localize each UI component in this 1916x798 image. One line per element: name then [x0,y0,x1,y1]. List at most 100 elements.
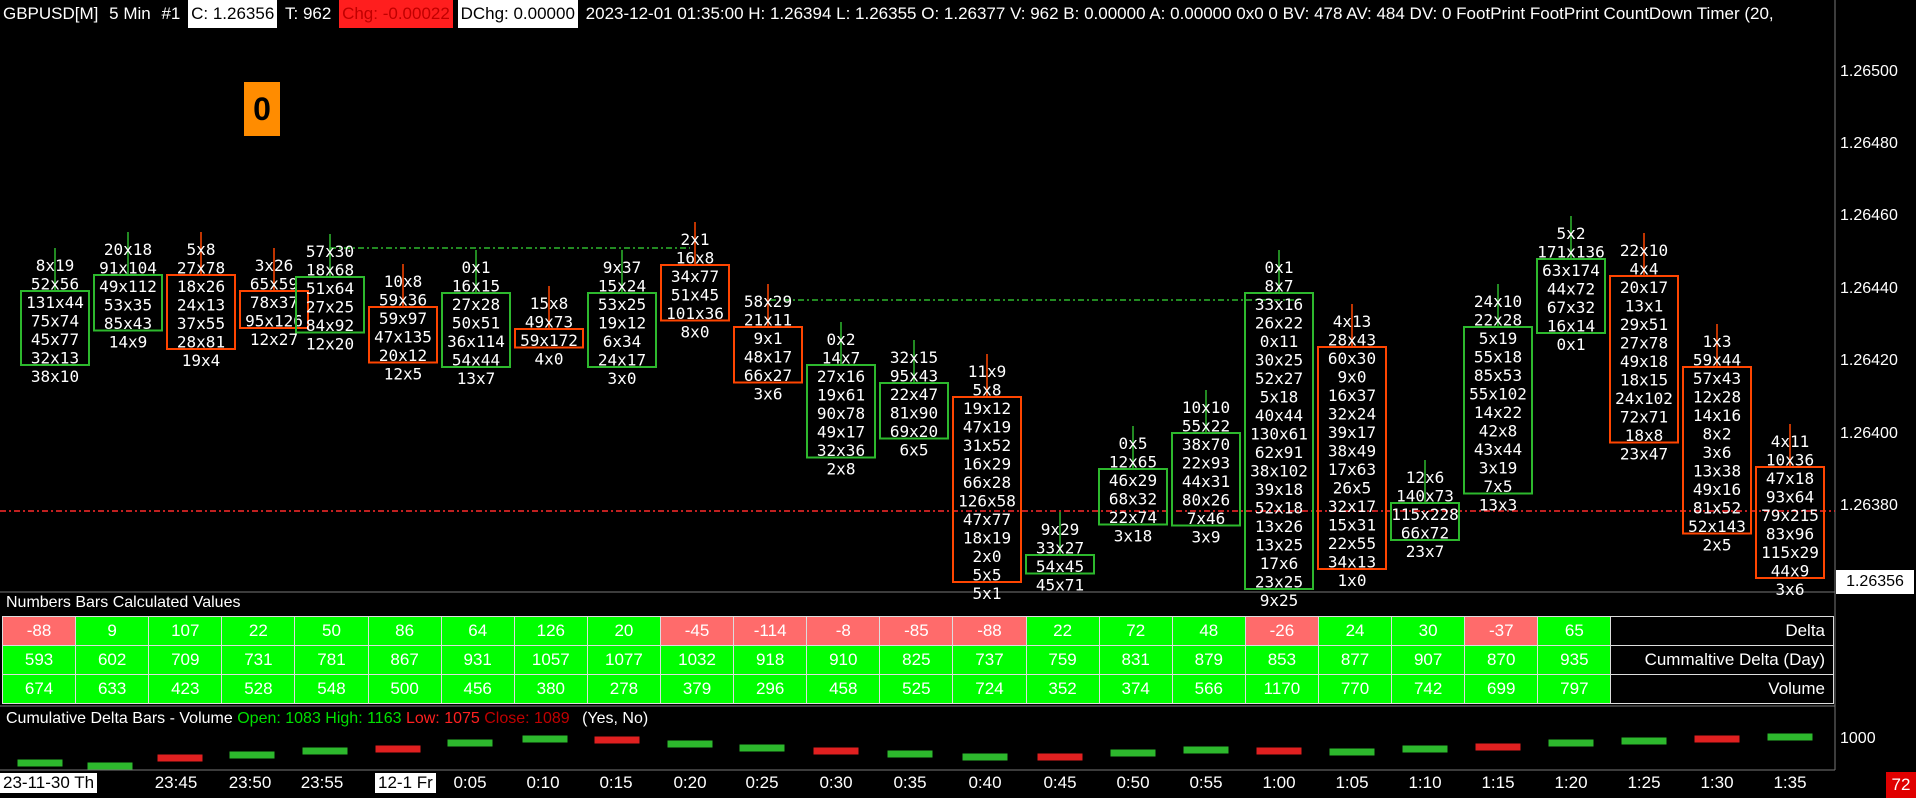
footprint-cell: 38x49 [1328,442,1376,461]
footprint-cell: 24x10 [1474,292,1522,311]
footprint-cell: 4x0 [535,350,564,369]
cdb-open: Open: 1083 [237,710,321,727]
footprint-cell: 101x36 [666,304,724,323]
footprint-cell: 22x28 [1474,311,1522,330]
cdb-candle [1256,747,1302,755]
footprint-cell: 140x73 [1396,487,1454,506]
table-cell: 528 [221,674,296,704]
footprint-cell: 20x12 [379,346,427,365]
cdb-low: Low: 1075 [405,710,480,727]
table-cell: 379 [659,674,735,704]
footprint-cell: 47x77 [963,510,1011,529]
footprint-cell: 55x22 [1182,417,1230,436]
footprint-cell: 2x5 [1703,536,1732,555]
table-cell: 918 [733,645,808,675]
cdb-candle [1329,748,1375,756]
table-cell: 548 [294,674,369,704]
footprint-cell: 0x1 [1265,258,1294,277]
cdb-close: Close: 1089 [484,710,570,727]
footprint-cell: 15x8 [530,294,569,313]
time-tick-label: 0:55 [1189,773,1223,792]
footprint-cell: 52x18 [1255,499,1303,518]
footprint-cell: 55x18 [1474,348,1522,367]
footprint-cell: 22x74 [1109,508,1157,527]
footprint-cell: 126x58 [958,492,1016,511]
cdb-candle [813,747,859,755]
cdb-candle [1037,753,1083,761]
price-tick-label: 1.26380 [1840,497,1898,514]
footprint-cell: 62x91 [1255,443,1303,462]
footprint-cell: 8x7 [1265,277,1294,296]
footprint-cell: 28x81 [177,333,225,352]
footprint-cell: 31x52 [963,436,1011,455]
footprint-cell: 52x56 [31,275,79,294]
cdb-candle [594,736,640,744]
table-cell: 65 [1537,616,1612,646]
footprint-cell: 33x16 [1255,295,1303,314]
time-tick-label: 23:45 [154,773,198,792]
cdb-candle [667,740,713,748]
time-tick-label: 1:20 [1554,773,1588,792]
footprint-cell: 19x4 [182,351,221,370]
table-cell: 797 [1537,674,1612,704]
table-cell: 72 [1098,616,1173,646]
table-cell: 24 [1317,616,1393,646]
footprint-cell: 67x32 [1547,298,1595,317]
footprint-cell: 9x29 [1041,520,1080,539]
footprint-cell: 1x3 [1703,332,1732,351]
footprint-cell: 12x27 [250,330,298,349]
footprint-cell: 19x12 [598,314,646,333]
footprint-cell: 95x43 [890,367,938,386]
footprint-cell: 24x13 [177,296,225,315]
table-cell: 731 [221,645,296,675]
calculated-values-table: -88 9 107 22 50 86 64 126 20 -45 -114 -8 -85 -88 22 72 4… [1,616,1834,704]
footprint-cell: 6x5 [900,441,929,460]
table-cell: 30 [1391,616,1466,646]
cdb-candle [302,747,348,755]
price-tick-label: 1.26440 [1840,280,1898,297]
footprint-cell: 14x7 [822,349,861,368]
table-cell: -85 [879,616,954,646]
footprint-cell: 5x5 [973,566,1002,585]
table-cell: 935 [1537,645,1612,675]
table-cell: 423 [148,674,223,704]
footprint-cell: 32x36 [817,441,865,460]
footprint-cell: 14x9 [109,333,148,352]
footprint-cell: 24x102 [1615,389,1673,408]
footprint-cell: 24x17 [598,351,646,370]
footprint-cell: 5x8 [973,381,1002,400]
footprint-cell: 10x8 [384,272,423,291]
time-tick-label: 1:00 [1262,773,1296,792]
footprint-cell: 44x31 [1182,472,1230,491]
time-tick-label: 0:10 [526,773,560,792]
table-cell: 50 [294,616,369,646]
footprint-cell: 66x28 [963,473,1011,492]
footprint-cell: 23x25 [1255,573,1303,592]
footprint-cell: 39x18 [1255,480,1303,499]
cdb-high: High: 1163 [325,710,402,727]
footprint-cell: 12x20 [306,335,354,354]
footprint-cell: 38x70 [1182,435,1230,454]
footprint-cell: 79x215 [1761,506,1819,525]
row-label: Volume [1610,674,1834,704]
table-cell: 633 [75,674,150,704]
current-price-label: 1.26356 [1836,570,1914,594]
footprint-cell: 44x72 [1547,280,1595,299]
table-cell: -45 [659,616,735,646]
study-pane-title: Numbers Bars Calculated Values [6,594,241,611]
cdb-candle [1183,746,1229,754]
footprint-cell: 23x47 [1620,445,1668,464]
footprint-cell: 93x64 [1766,488,1814,507]
footprint-cell: 20x18 [104,240,152,259]
footprint-cell: 8x0 [681,323,710,342]
footprint-cell: 11x9 [968,362,1007,381]
time-axis[interactable]: 23-11-30 Th 23:45 23:50 23:55 12-1 Fr 0:05 0:1… [0,770,1916,798]
footprint-cell: 27x78 [1620,334,1668,353]
cdb-candle [1621,737,1667,745]
footprint-cell: 65x59 [250,275,298,294]
footprint-cell: 84x92 [306,316,354,335]
table-cell: 877 [1317,645,1393,675]
row-label: Cummaltive Delta (Day) [1610,645,1834,675]
footprint-cell: 115x228 [1391,505,1458,524]
footprint-cell: 28x43 [1328,331,1376,350]
